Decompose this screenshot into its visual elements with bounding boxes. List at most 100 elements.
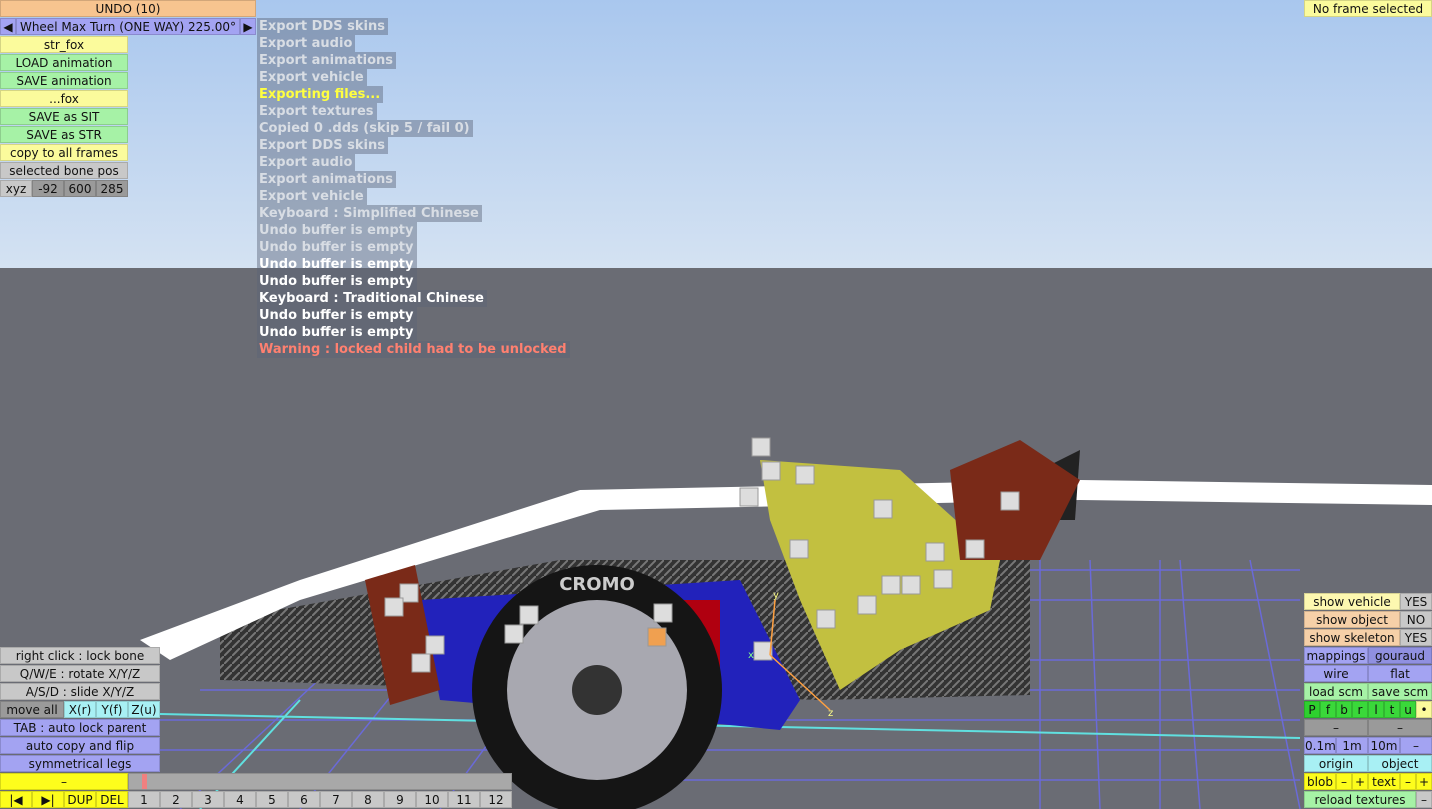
param-next-button[interactable]: ▶ [240, 18, 256, 35]
view-button-l[interactable]: l [1368, 701, 1384, 718]
frame-button-9[interactable]: 9 [384, 791, 416, 808]
save-animation-button[interactable]: SAVE animation [0, 72, 128, 89]
dash-button-2[interactable]: – [1368, 719, 1432, 736]
frame-button-8[interactable]: 8 [352, 791, 384, 808]
gouraud-button[interactable]: gouraud [1368, 647, 1432, 664]
duplicate-frame-button[interactable]: DUP [64, 791, 96, 808]
log-line: Undo buffer is empty [257, 222, 417, 239]
last-frame-button[interactable]: ▶| [32, 791, 64, 808]
xyz-label: xyz [0, 180, 32, 197]
message-log: Export DDS skins Export audio Export ani… [257, 18, 570, 358]
log-line: Exporting files... [257, 86, 384, 103]
frame-button-5[interactable]: 5 [256, 791, 288, 808]
timeline-cursor[interactable] [142, 774, 147, 789]
log-line: Copied 0 .dds (skip 5 / fail 0) [257, 120, 473, 137]
view-button-f[interactable]: f [1320, 701, 1336, 718]
undo-button[interactable]: UNDO (10) [0, 0, 256, 17]
blob-label: blob [1304, 773, 1336, 790]
text-plus-button[interactable]: + [1416, 773, 1432, 790]
y-axis-button[interactable]: Y(f) [96, 701, 128, 718]
frame-name-field[interactable]: – [0, 773, 128, 790]
save-as-sit-button[interactable]: SAVE as SIT [0, 108, 128, 125]
selected-bone-pos-label: selected bone pos [0, 162, 128, 179]
frame-button-12[interactable]: 12 [480, 791, 512, 808]
reload-textures-dash[interactable]: – [1416, 791, 1432, 808]
slide-hint: A/S/D : slide X/Y/Z [0, 683, 160, 700]
log-line: Export textures [257, 103, 377, 120]
load-scm-button[interactable]: load scm [1304, 683, 1368, 700]
show-vehicle-label[interactable]: show vehicle [1304, 593, 1400, 610]
frame-button-10[interactable]: 10 [416, 791, 448, 808]
save-as-str-button[interactable]: SAVE as STR [0, 126, 128, 143]
view-button-r[interactable]: r [1352, 701, 1368, 718]
z-axis-button[interactable]: Z(u) [128, 701, 160, 718]
move-all-button[interactable]: move all [0, 701, 64, 718]
log-line: Undo buffer is empty [257, 256, 417, 273]
grid-0.1m-button[interactable]: 0.1m [1304, 737, 1336, 754]
frame-button-6[interactable]: 6 [288, 791, 320, 808]
bone-z-field[interactable]: 285 [96, 180, 128, 197]
auto-lock-parent-button[interactable]: TAB : auto lock parent [0, 719, 160, 736]
wire-button[interactable]: wire [1304, 665, 1368, 682]
mappings-button[interactable]: mappings [1304, 647, 1368, 664]
delete-frame-button[interactable]: DEL [96, 791, 128, 808]
log-line: Undo buffer is empty [257, 324, 417, 341]
load-animation-button[interactable]: LOAD animation [0, 54, 128, 71]
x-axis-button[interactable]: X(r) [64, 701, 96, 718]
log-line: Export animations [257, 52, 397, 69]
frame-button-4[interactable]: 4 [224, 791, 256, 808]
rotate-hint: Q/W/E : rotate X/Y/Z [0, 665, 160, 682]
frame-button-1[interactable]: 1 [128, 791, 160, 808]
view-button-u[interactable]: u [1400, 701, 1416, 718]
show-skeleton-toggle[interactable]: YES [1400, 629, 1432, 646]
log-warning: Warning : locked child had to be unlocke… [257, 341, 570, 358]
axis-y-label: y [773, 590, 779, 601]
tire-brand: CROMO [559, 574, 635, 595]
show-skeleton-label[interactable]: show skeleton [1304, 629, 1400, 646]
log-line: Keyboard : Simplified Chinese [257, 205, 482, 222]
log-line: Export audio [257, 154, 356, 171]
log-line: Export DDS skins [257, 18, 388, 35]
show-vehicle-toggle[interactable]: YES [1400, 593, 1432, 610]
frame-button-11[interactable]: 11 [448, 791, 480, 808]
frame-button-3[interactable]: 3 [192, 791, 224, 808]
flat-button[interactable]: flat [1368, 665, 1432, 682]
symmetrical-legs-button[interactable]: symmetrical legs [0, 755, 160, 772]
timeline-scrubber[interactable] [128, 773, 512, 790]
log-line: Export audio [257, 35, 356, 52]
text-label: text [1368, 773, 1400, 790]
file-name-field[interactable]: ...fox [0, 90, 128, 107]
copy-to-all-frames-button[interactable]: copy to all frames [0, 144, 128, 161]
bone-y-field[interactable]: 600 [64, 180, 96, 197]
origin-button[interactable]: origin [1304, 755, 1368, 772]
view-button-b[interactable]: b [1336, 701, 1352, 718]
grid-off-button[interactable]: – [1400, 737, 1432, 754]
object-button[interactable]: object [1368, 755, 1432, 772]
blob-plus-button[interactable]: + [1352, 773, 1368, 790]
text-minus-button[interactable]: – [1400, 773, 1416, 790]
view-button-P[interactable]: P [1304, 701, 1320, 718]
param-prev-button[interactable]: ◀ [0, 18, 16, 35]
3d-viewport[interactable]: CROMO y z x [0, 0, 1432, 809]
grid-10m-button[interactable]: 10m [1368, 737, 1400, 754]
frame-button-7[interactable]: 7 [320, 791, 352, 808]
log-line: Undo buffer is empty [257, 273, 417, 290]
frame-button-2[interactable]: 2 [160, 791, 192, 808]
axis-z-label: z [828, 708, 833, 719]
log-line: Export vehicle [257, 188, 367, 205]
show-object-label[interactable]: show object [1304, 611, 1400, 628]
grid-1m-button[interactable]: 1m [1336, 737, 1368, 754]
dash-button-1[interactable]: – [1304, 719, 1368, 736]
show-object-toggle[interactable]: NO [1400, 611, 1432, 628]
blob-minus-button[interactable]: – [1336, 773, 1352, 790]
bone-x-field[interactable]: -92 [32, 180, 64, 197]
save-scm-button[interactable]: save scm [1368, 683, 1432, 700]
view-dot-button[interactable]: • [1416, 701, 1432, 718]
view-button-t[interactable]: t [1384, 701, 1400, 718]
auto-copy-flip-button[interactable]: auto copy and flip [0, 737, 160, 754]
animation-name-field[interactable]: str_fox [0, 36, 128, 53]
log-line: Keyboard : Traditional Chinese [257, 290, 487, 307]
reload-textures-button[interactable]: reload textures [1304, 791, 1416, 808]
param-slider[interactable]: Wheel Max Turn (ONE WAY) 225.00° [16, 18, 240, 35]
first-frame-button[interactable]: |◀ [0, 791, 32, 808]
